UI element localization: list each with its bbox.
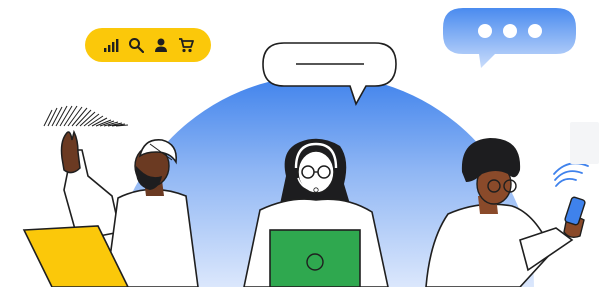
illustration-scene: [0, 0, 599, 287]
hatch-lines: [43, 105, 129, 127]
person-with-laptop: [22, 129, 199, 287]
side-panel-tab[interactable]: [570, 122, 599, 164]
status-pill: [85, 28, 211, 62]
wifi-waves-icon: [553, 162, 589, 187]
person-icon: [153, 37, 169, 53]
speech-bubble: [262, 42, 397, 106]
search-icon: [128, 37, 144, 54]
typing-dots-icon: [478, 24, 542, 38]
cart-icon: [178, 37, 194, 53]
signal-icon: [103, 37, 119, 53]
typing-bubble: [443, 8, 576, 68]
